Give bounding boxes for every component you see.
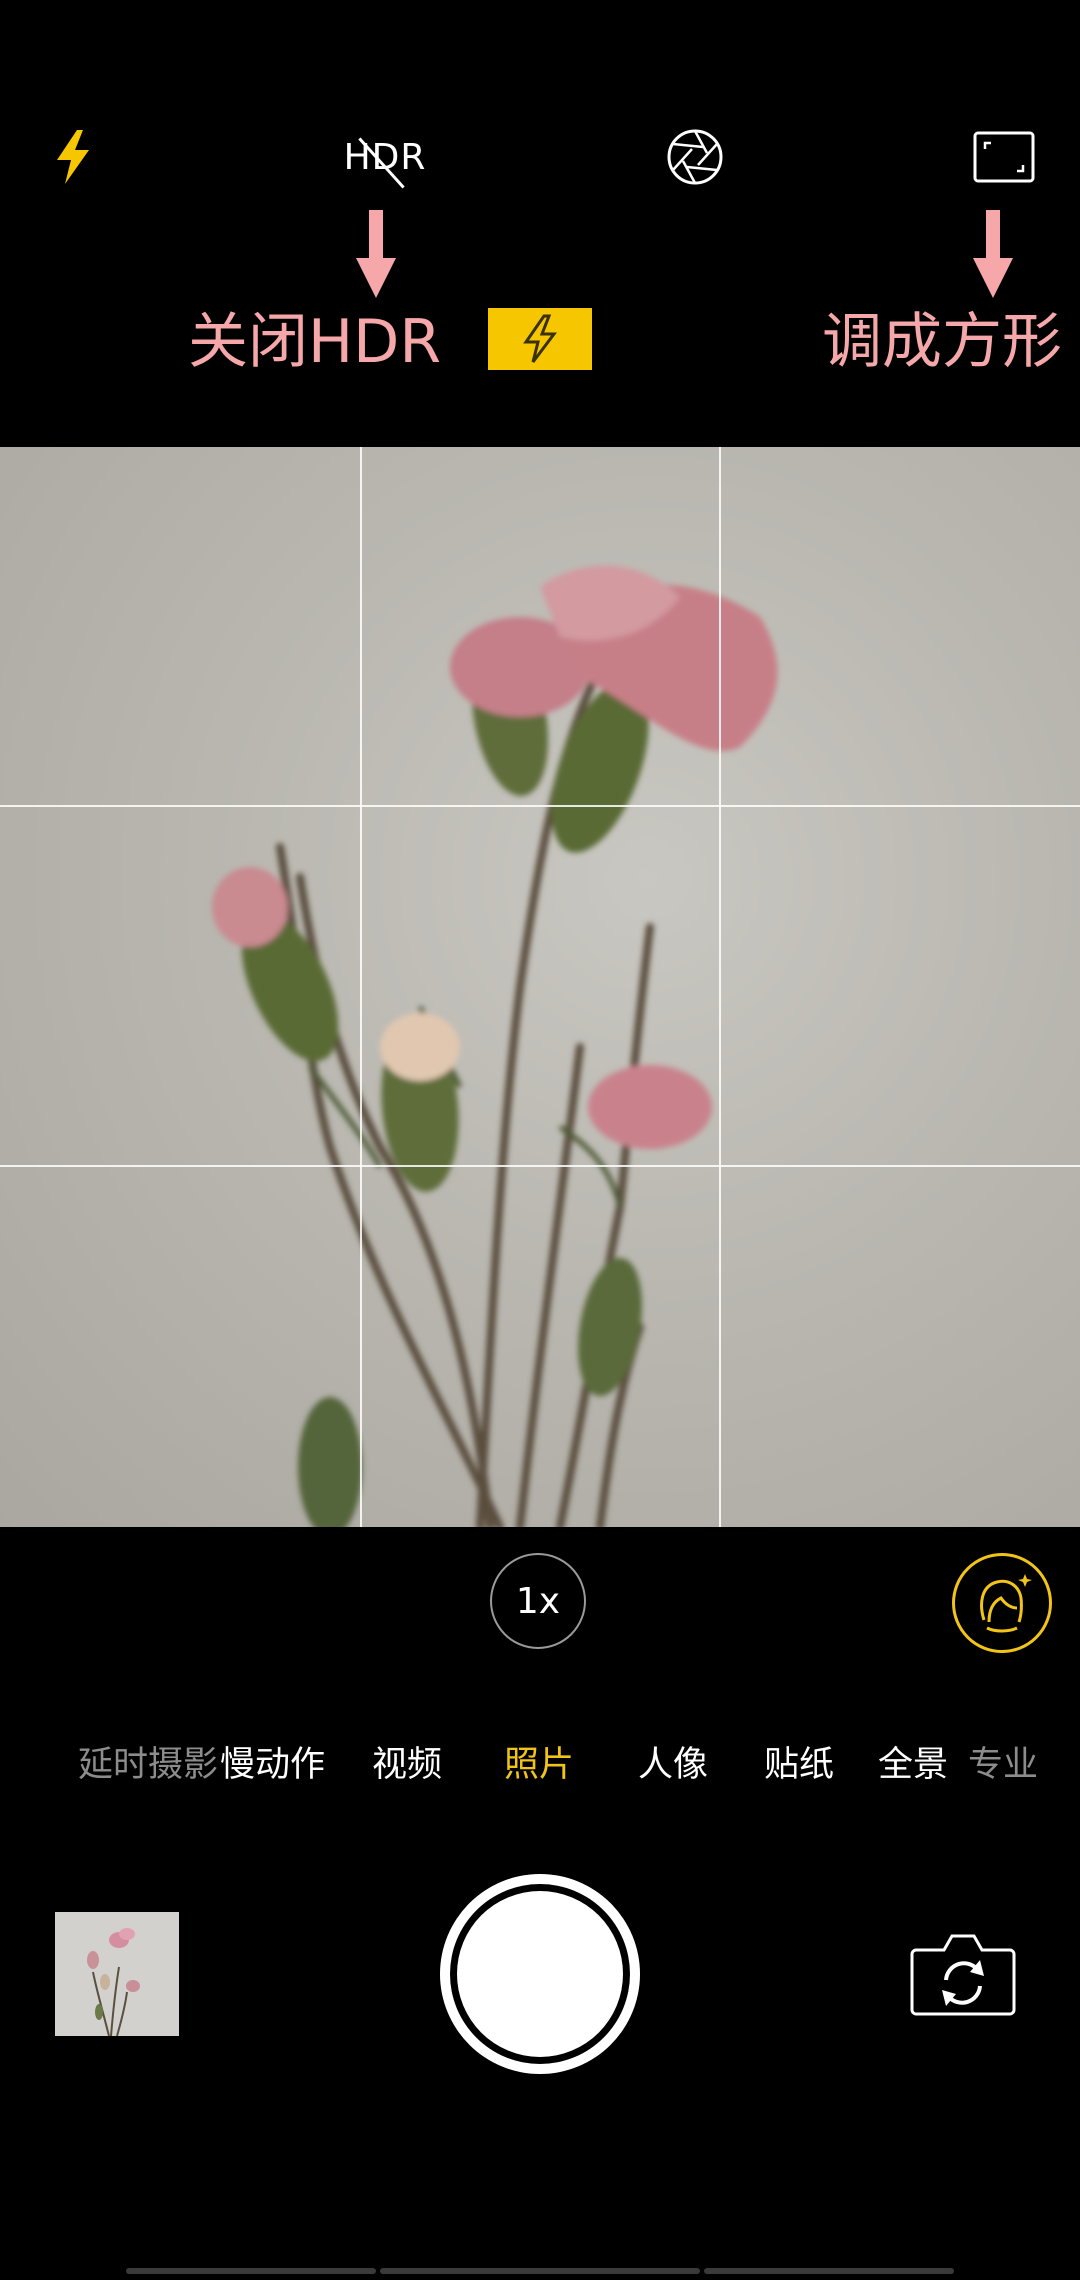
mode-portrait[interactable]: 人像 xyxy=(638,1736,708,1787)
flash-badge xyxy=(488,308,592,370)
grid-line xyxy=(0,1165,1080,1167)
nav-bar-segment xyxy=(380,2268,700,2274)
grid-line xyxy=(360,447,362,1527)
hdr-label: HDR xyxy=(343,136,427,178)
grid-line xyxy=(0,805,1080,807)
mode-photo[interactable]: 照片 xyxy=(504,1736,574,1787)
nav-bar-segment xyxy=(704,2268,954,2274)
arrow-down-icon xyxy=(973,210,1013,298)
camera-viewfinder[interactable] xyxy=(0,447,1080,1527)
shutter-inner xyxy=(457,1891,623,2057)
mode-panorama[interactable]: 全景 xyxy=(878,1736,948,1787)
annotation-square: 调成方形 xyxy=(822,307,1062,377)
shutter-button[interactable] xyxy=(440,1874,640,2074)
mode-pro[interactable]: 专业 xyxy=(968,1736,1038,1787)
nav-bar-segment xyxy=(126,2268,376,2274)
mode-timelapse[interactable]: 延时摄影 xyxy=(78,1736,218,1787)
arrow-down-icon xyxy=(356,210,396,298)
aperture-icon[interactable] xyxy=(662,124,728,190)
mode-sticker[interactable]: 贴纸 xyxy=(764,1736,834,1787)
gallery-thumbnail[interactable] xyxy=(55,1912,179,2036)
mode-selector[interactable]: 延时摄影 慢动作 视频 照片 人像 贴纸 全景 专业 xyxy=(0,1736,1080,1796)
flash-icon[interactable] xyxy=(44,124,102,190)
annotation-hdr-off: 关闭HDR xyxy=(188,307,442,377)
beauty-button[interactable] xyxy=(952,1553,1052,1653)
flash-icon xyxy=(523,314,557,363)
beauty-face-icon xyxy=(980,1574,1032,1633)
zoom-label: 1x xyxy=(515,1580,561,1622)
switch-camera-icon[interactable] xyxy=(908,1928,1018,2018)
zoom-button[interactable]: 1x xyxy=(490,1553,586,1649)
aspect-ratio-icon[interactable] xyxy=(972,128,1036,186)
mode-video[interactable]: 视频 xyxy=(372,1736,442,1787)
gallery-preview-image xyxy=(55,1912,179,2036)
flower-preview xyxy=(212,565,778,1527)
mode-slow-motion[interactable]: 慢动作 xyxy=(220,1736,325,1787)
hdr-off-button[interactable]: HDR xyxy=(330,124,440,190)
grid-line xyxy=(719,447,721,1527)
